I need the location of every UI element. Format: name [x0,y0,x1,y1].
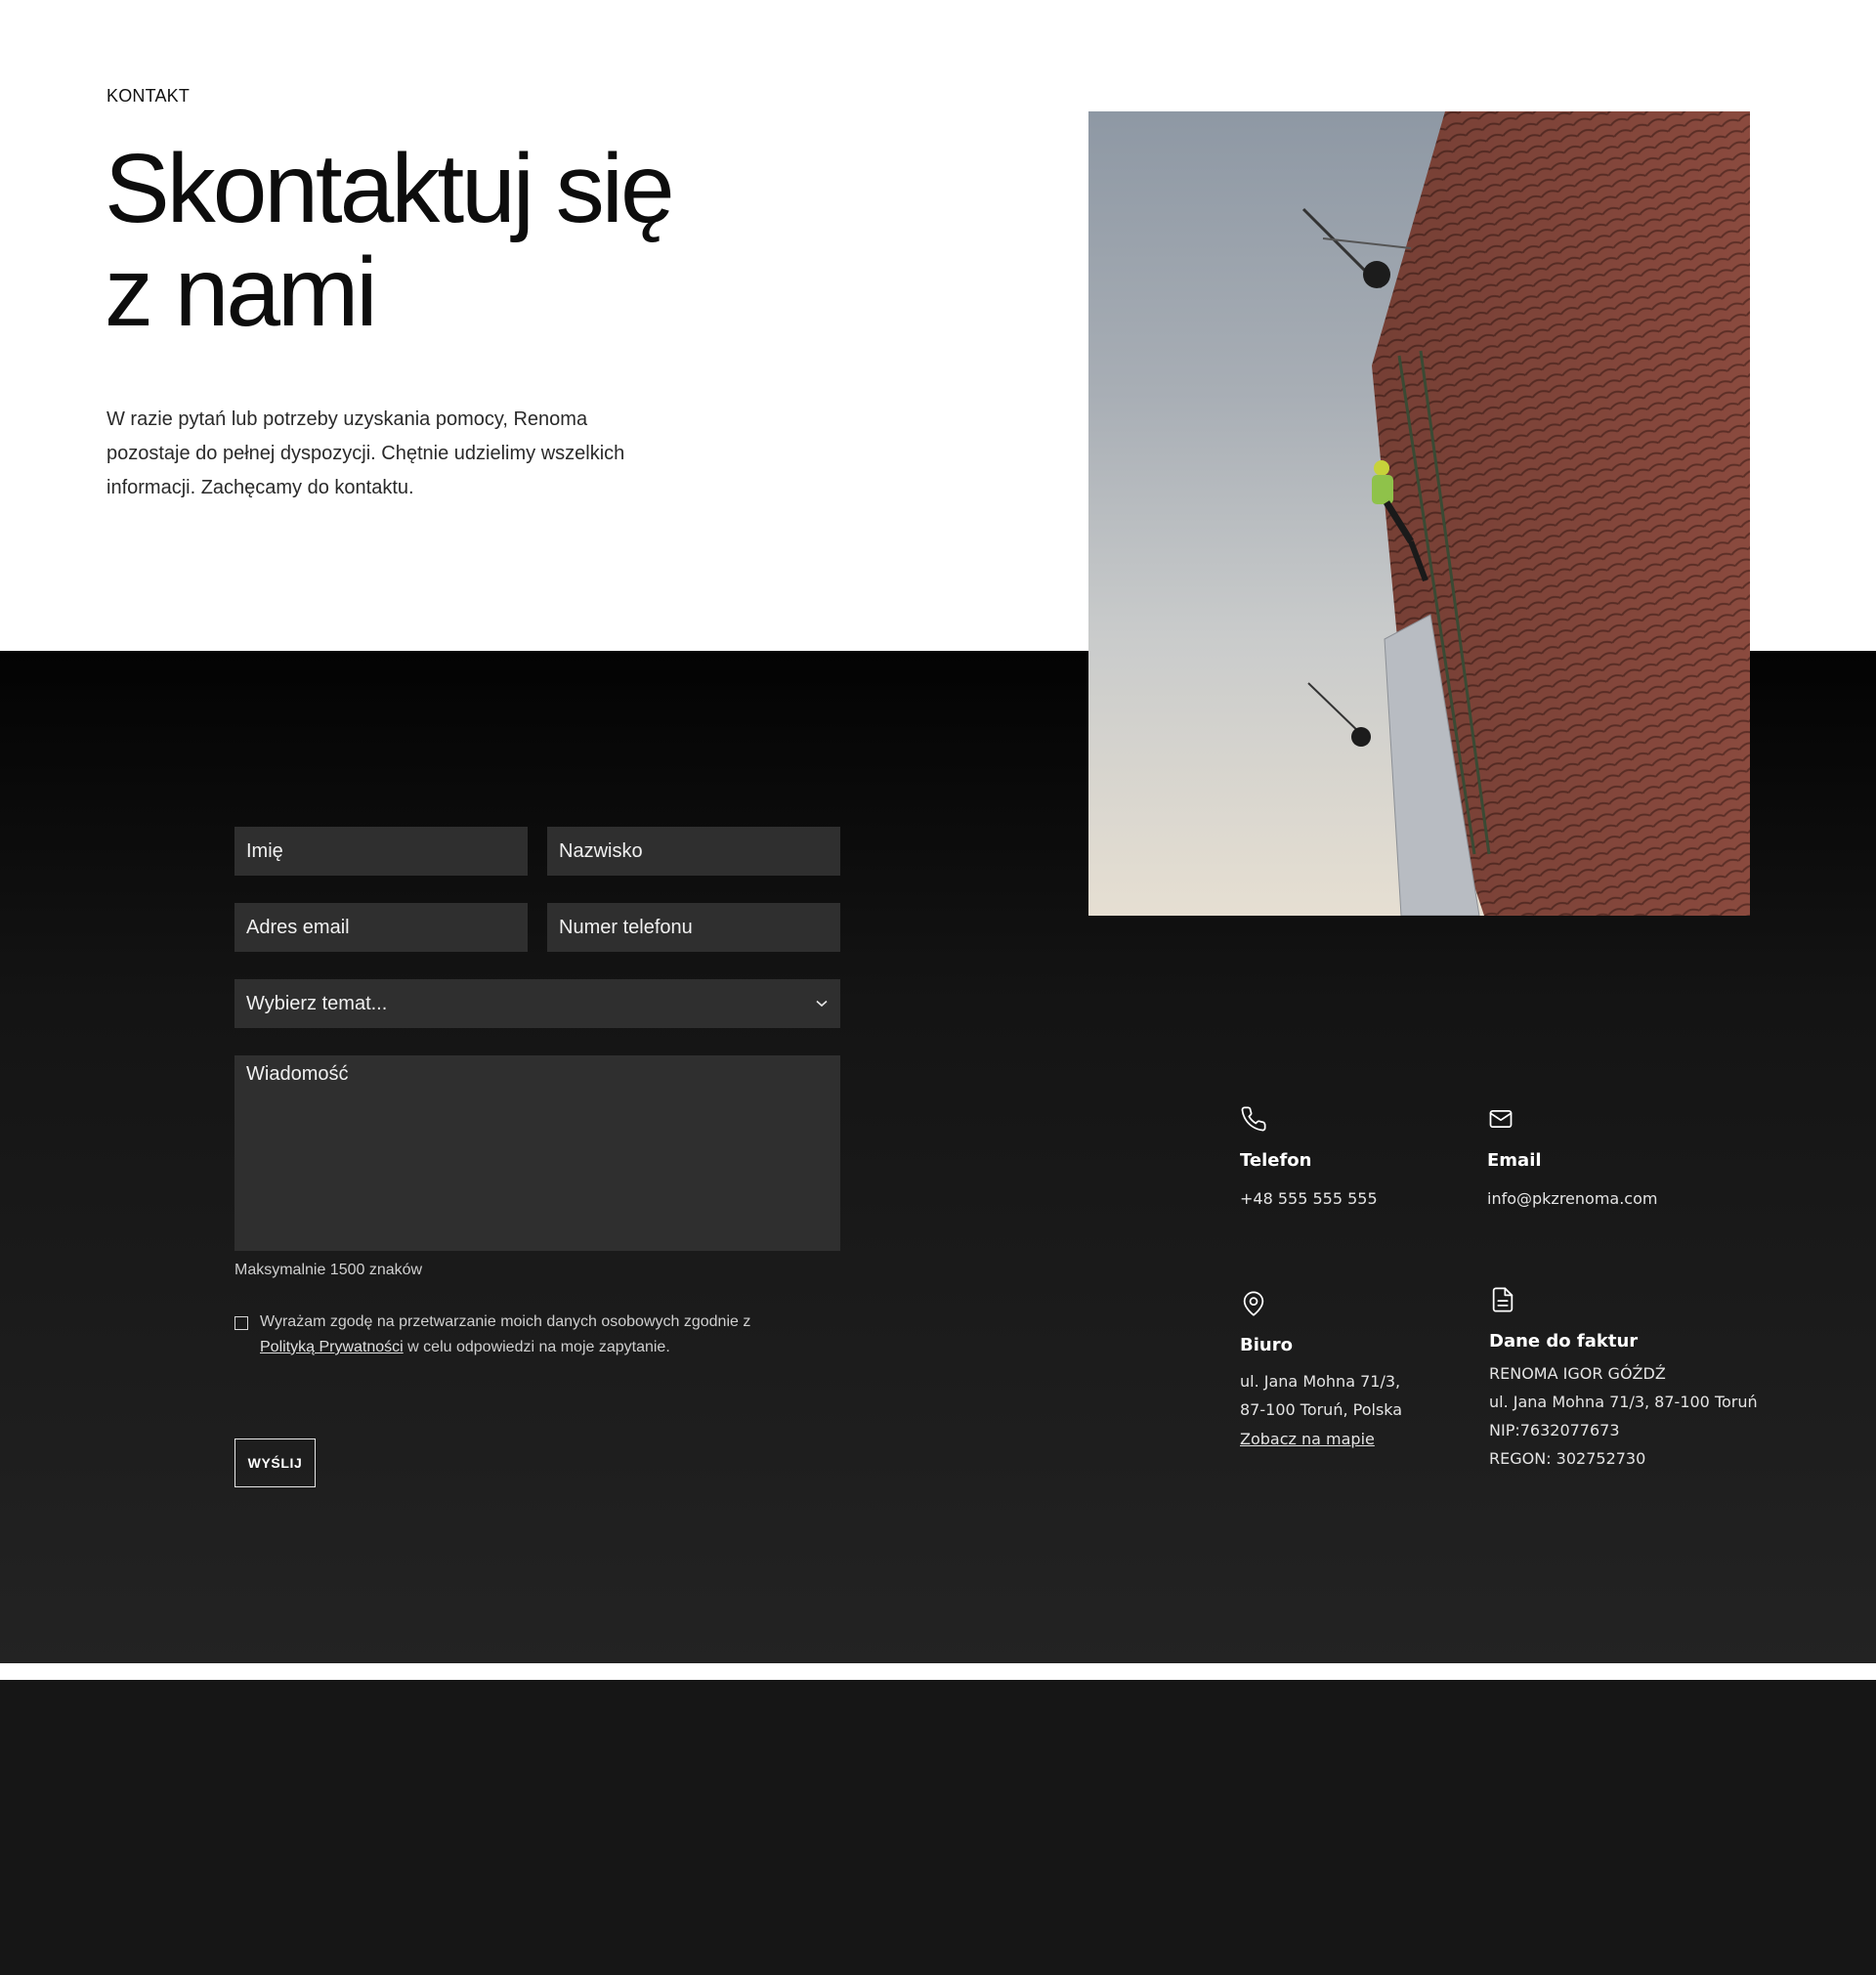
contact-office: Biuro ul. Jana Mohna 71/3, 87-100 Toruń,… [1240,1290,1402,1448]
consent-text-after: w celu odpowiedzi na moje zapytanie. [407,1339,670,1355]
hero-photo [1088,111,1750,916]
office-title: Biuro [1240,1335,1293,1355]
office-address: ul. Jana Mohna 71/3, 87-100 Toruń, Polsk… [1240,1367,1402,1424]
phone-icon [1240,1105,1267,1133]
page-title-line-2: z nami [105,237,378,347]
invoice-line-4: REGON: 302752730 [1489,1449,1646,1468]
contact-invoice: Dane do faktur RENOMA IGOR GÓŹDŹ ul. Jan… [1489,1286,1758,1473]
invoice-line-3: NIP:7632077673 [1489,1421,1620,1439]
document-icon [1489,1286,1516,1313]
rope-access-photo-illustration [1301,111,1750,916]
topic-select[interactable]: Wybierz temat... [234,979,840,1028]
consent-text-before: Wyrażam zgodę na przetwarzanie moich dan… [260,1313,751,1330]
first-name-placeholder: Imię [246,839,283,862]
map-pin-icon [1240,1290,1267,1317]
office-address-line-2: 87-100 Toruń, Polska [1240,1400,1403,1419]
chevron-down-icon [815,997,829,1010]
submit-button[interactable]: WYŚLIJ [234,1438,316,1487]
intro-text: W razie pytań lub potrzeby uzyskania pom… [107,408,625,498]
map-link[interactable]: Zobacz na mapie [1240,1430,1375,1448]
phone-value[interactable]: +48 555 555 555 [1240,1184,1378,1213]
consent-checkbox[interactable] [234,1316,248,1330]
email-title: Email [1487,1150,1542,1171]
contact-email: Email info@pkzrenoma.com [1487,1105,1657,1213]
page-title: Skontaktuj się z nami [105,137,847,344]
email-placeholder: Adres email [246,916,350,938]
consent-label: Wyrażam zgodę na przetwarzanie moich dan… [260,1310,788,1360]
invoice-line-1: RENOMA IGOR GÓŹDŹ [1489,1364,1666,1383]
message-limit-note: Maksymalnie 1500 znaków [234,1262,423,1278]
page-title-line-1: Skontaktuj się [105,134,675,243]
message-textarea[interactable]: Wiadomość [234,1055,840,1251]
last-name-input[interactable]: Nazwisko [547,827,840,876]
section-eyebrow: KONTAKT [107,86,191,106]
phone-placeholder: Numer telefonu [559,916,693,938]
contact-phone: Telefon +48 555 555 555 [1240,1105,1378,1213]
invoice-title: Dane do faktur [1489,1331,1639,1352]
phone-input[interactable]: Numer telefonu [547,903,840,952]
invoice-details: RENOMA IGOR GÓŹDŹ ul. Jana Mohna 71/3, 8… [1489,1359,1758,1473]
last-name-placeholder: Nazwisko [559,839,643,862]
invoice-line-2: ul. Jana Mohna 71/3, 87-100 Toruń [1489,1393,1758,1411]
mail-icon [1487,1105,1514,1133]
message-placeholder: Wiadomość [246,1063,349,1085]
privacy-policy-link[interactable]: Polityką Prywatności [260,1339,404,1355]
email-value[interactable]: info@pkzrenoma.com [1487,1184,1657,1213]
phone-title: Telefon [1240,1150,1312,1171]
email-input[interactable]: Adres email [234,903,528,952]
office-address-line-1: ul. Jana Mohna 71/3, [1240,1372,1401,1391]
topic-selected-value: Wybierz temat... [246,992,388,1014]
footer-area [0,1680,1876,1975]
first-name-input[interactable]: Imię [234,827,528,876]
